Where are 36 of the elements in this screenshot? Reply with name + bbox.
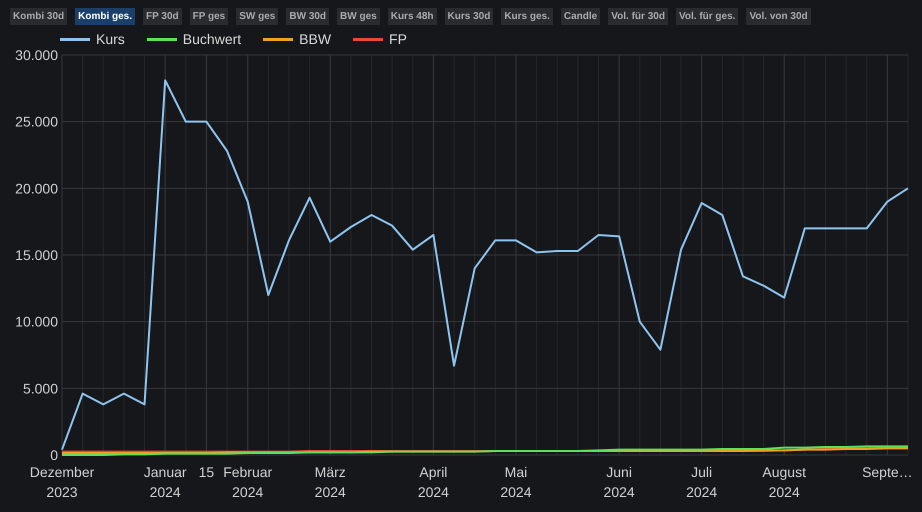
legend-label: BBW (299, 31, 332, 47)
legend-label: Buchwert (182, 31, 242, 47)
x-axis-label: April 2024 (418, 464, 449, 500)
chart-tab[interactable]: Kurs ges. (501, 8, 553, 24)
x-axis-label: Mai 2024 (500, 464, 532, 500)
y-axis-label: 20.000 (15, 180, 58, 196)
legend-label: Kurs (96, 31, 125, 47)
chart-tab[interactable]: Kurs 30d (444, 8, 494, 24)
y-axis-label: 5.000 (22, 380, 58, 396)
x-axis-label: Septe… (862, 464, 913, 480)
y-axis-label: 15.000 (15, 247, 58, 263)
x-axis-label: März 2024 (314, 464, 346, 500)
x-axis-label: August 2024 (762, 464, 806, 500)
chart-tab[interactable]: FP ges (190, 8, 228, 24)
x-axis-label: Januar 2024 (144, 464, 187, 500)
y-axis-label: 25.000 (15, 114, 58, 130)
x-axis-label: Dezember 2023 (30, 464, 94, 500)
chart-tab[interactable]: Vol. für 30d (608, 8, 668, 24)
x-axis-label: Februar 2024 (223, 464, 272, 500)
x-axis-label: Juni 2024 (604, 464, 635, 500)
y-axis-label: 0 (50, 447, 58, 463)
chart-tab[interactable]: SW ges (236, 8, 278, 24)
y-axis-label: 30.000 (15, 47, 58, 63)
chart-tab[interactable]: Candle (560, 8, 600, 24)
x-axis-label: Juli 2024 (686, 464, 718, 500)
chart-tab[interactable]: FP 30d (143, 8, 182, 24)
legend-label: FP (389, 31, 407, 47)
chart-tab[interactable]: Vol. von 30d (746, 8, 811, 24)
chart-tab[interactable]: BW ges (337, 8, 380, 24)
x-axis-label: 15 (198, 464, 214, 480)
chart-tab[interactable]: Kurs 48h (388, 8, 437, 24)
chart-tab[interactable]: BW 30d (286, 8, 330, 24)
chart-tab[interactable]: Kombi 30d (10, 8, 68, 24)
chart-tab[interactable]: Kombi ges. (75, 8, 136, 24)
chart-tab[interactable]: Vol. für ges. (676, 8, 738, 24)
y-axis-label: 10.000 (15, 314, 58, 330)
